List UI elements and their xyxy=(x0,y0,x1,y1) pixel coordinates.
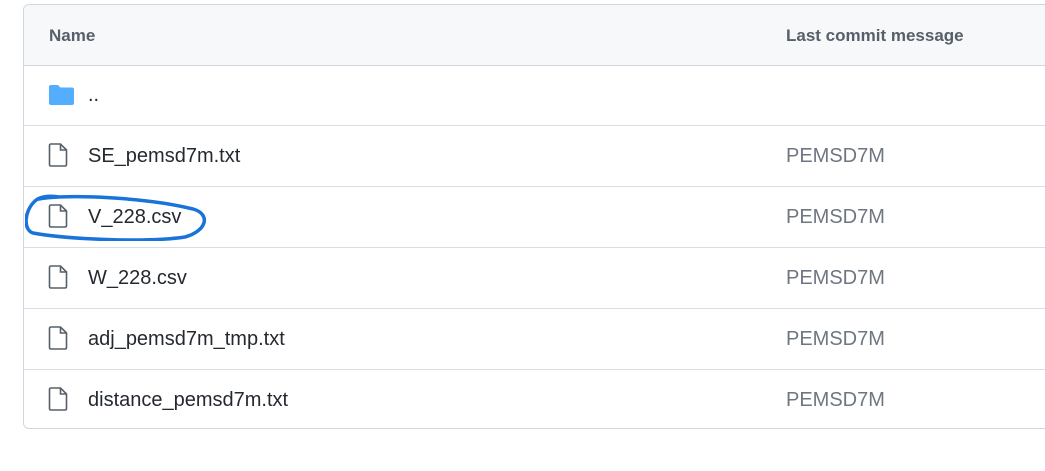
table-row-file[interactable]: SE_pemsd7m.txt PEMSD7M xyxy=(24,126,1045,187)
commit-message-link[interactable]: PEMSD7M xyxy=(786,145,885,168)
file-icon xyxy=(48,143,72,167)
column-header-last-commit-message: Last commit message xyxy=(786,26,964,45)
file-list-table: Name Last commit message .. SE_pemsd7m.t… xyxy=(23,4,1045,429)
file-name-link[interactable]: adj_pemsd7m_tmp.txt xyxy=(88,328,285,351)
file-name-link[interactable]: distance_pemsd7m.txt xyxy=(88,389,288,412)
commit-message-link[interactable]: PEMSD7M xyxy=(786,206,885,229)
commit-message-link[interactable]: PEMSD7M xyxy=(786,389,885,412)
file-name-link[interactable]: SE_pemsd7m.txt xyxy=(88,145,240,168)
commit-message-link[interactable]: PEMSD7M xyxy=(786,267,885,290)
column-header-name: Name xyxy=(49,26,96,45)
table-row-file[interactable]: W_228.csv PEMSD7M xyxy=(24,248,1045,309)
table-row-file[interactable]: adj_pemsd7m_tmp.txt PEMSD7M xyxy=(24,309,1045,370)
table-row-file[interactable]: distance_pemsd7m.txt PEMSD7M xyxy=(24,370,1045,431)
file-icon xyxy=(48,204,72,228)
commit-message-link[interactable]: PEMSD7M xyxy=(786,328,885,351)
table-row-parent-directory[interactable]: .. xyxy=(24,65,1045,126)
file-icon xyxy=(48,326,72,350)
table-header: Name Last commit message xyxy=(24,5,1045,66)
file-icon xyxy=(48,265,72,289)
file-icon xyxy=(48,387,72,411)
file-name-link[interactable]: .. xyxy=(88,84,99,107)
file-name-link[interactable]: W_228.csv xyxy=(88,267,187,290)
table-row-file[interactable]: V_228.csv PEMSD7M xyxy=(24,187,1045,248)
folder-icon xyxy=(48,82,74,106)
file-name-link[interactable]: V_228.csv xyxy=(88,206,181,229)
